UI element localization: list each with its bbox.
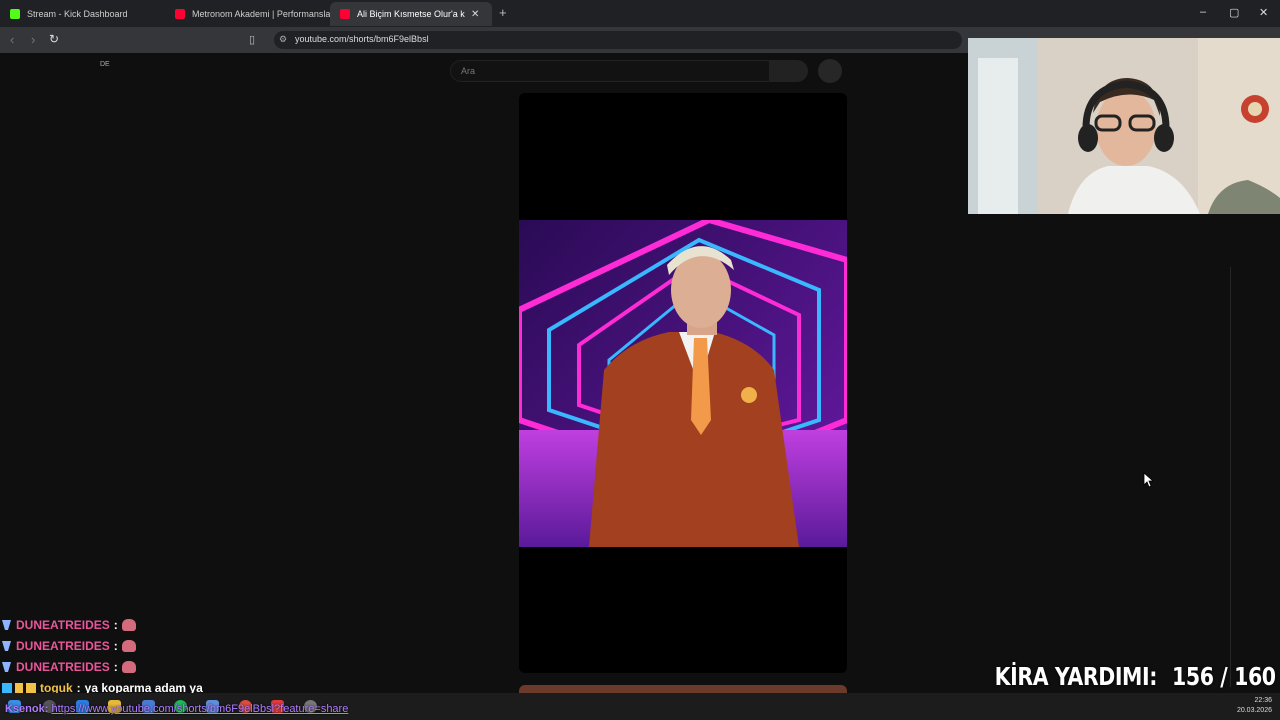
site-info-icon[interactable]: ⚙: [279, 34, 287, 45]
voice-search-icon[interactable]: [818, 59, 842, 83]
chat-message: DUNEATREIDES :: [2, 660, 136, 674]
close-window-button[interactable]: ✕: [1259, 6, 1268, 19]
chat-message: DUNEATREIDES :: [2, 618, 136, 632]
chat-separator: :: [44, 703, 49, 715]
maximize-button[interactable]: ▢: [1229, 6, 1239, 19]
mouse-cursor-icon: [1143, 472, 1153, 488]
tab-label: Ali Biçim Kısmetse Olur'a katı: [357, 9, 465, 19]
youtube-icon: [175, 9, 185, 19]
youtube-icon: [340, 9, 350, 19]
heart-emote-icon: [121, 640, 136, 652]
chat-link[interactable]: https://www.youtube.com/shorts/bm6F9elBb…: [51, 703, 348, 715]
video-scene: [519, 220, 847, 547]
tab-label: Stream - Kick Dashboard: [27, 9, 128, 19]
chat-message-link: Ksenok: https://www.youtube.com/shorts/b…: [5, 703, 348, 715]
video-frame: [519, 220, 847, 547]
divider: [1230, 267, 1231, 687]
webcam-overlay: [968, 38, 1280, 214]
tab-kick-dashboard[interactable]: Stream - Kick Dashboard: [0, 2, 165, 26]
tab-label: Metronom Akademi | Performanslar: [192, 9, 330, 19]
shorts-video-player[interactable]: [519, 93, 847, 673]
search-input[interactable]: Ara: [450, 60, 770, 82]
forward-icon[interactable]: ›: [31, 32, 35, 47]
url-text: youtube.com/shorts/bm6F9elBbsl: [295, 34, 429, 44]
rent-goal-overlay: KİRA YARDIMI: 156 / 160: [995, 662, 1276, 691]
rent-goal-label: KİRA YARDIMI:: [995, 662, 1158, 691]
chat-username: DUNEATREIDES: [16, 618, 110, 632]
clock-time: 22:36: [1254, 697, 1272, 704]
rent-goal-value: 156 / 160: [1172, 662, 1276, 691]
sub-badge-icon: [15, 683, 23, 693]
chat-badge-icon: [2, 641, 11, 651]
heart-emote-icon: [121, 619, 136, 631]
language-marker: DE: [100, 61, 110, 68]
gift-badge-icon: [26, 683, 36, 693]
search-button[interactable]: [770, 60, 808, 82]
minimize-button[interactable]: –: [1200, 6, 1206, 18]
chat-message: DUNEATREIDES :: [2, 639, 136, 653]
chat-badge-icon: [2, 620, 11, 630]
moderator-badge-icon: [2, 683, 12, 693]
chat-separator: :: [113, 639, 118, 653]
address-bar[interactable]: ⚙ youtube.com/shorts/bm6F9elBbsl: [274, 31, 962, 49]
bookmark-icon[interactable]: ▯: [249, 33, 255, 46]
clock-date: 20.03.2026: [1236, 707, 1272, 714]
new-tab-button[interactable]: +: [499, 5, 507, 20]
browser-tab-bar: Stream - Kick Dashboard Metronom Akademi…: [0, 0, 1280, 27]
reload-icon[interactable]: ↻: [49, 32, 59, 46]
close-tab-icon[interactable]: ✕: [471, 9, 479, 20]
kick-icon: [10, 9, 20, 19]
chat-separator: :: [113, 660, 118, 674]
system-clock[interactable]: 22:36 20.03.2026: [1237, 696, 1272, 716]
chat-badge-icon: [2, 662, 11, 672]
webcam-image: [968, 38, 1280, 214]
chat-separator: :: [113, 618, 118, 632]
chat-username: Ksenok: [5, 703, 45, 715]
tab-active-video[interactable]: Ali Biçim Kısmetse Olur'a katı ✕: [330, 2, 492, 26]
chat-username: DUNEATREIDES: [16, 639, 110, 653]
back-icon[interactable]: ‹: [10, 32, 14, 47]
heart-emote-icon: [121, 661, 136, 673]
chat-username: DUNEATREIDES: [16, 660, 110, 674]
tab-metronom[interactable]: Metronom Akademi | Performanslar: [165, 2, 330, 26]
